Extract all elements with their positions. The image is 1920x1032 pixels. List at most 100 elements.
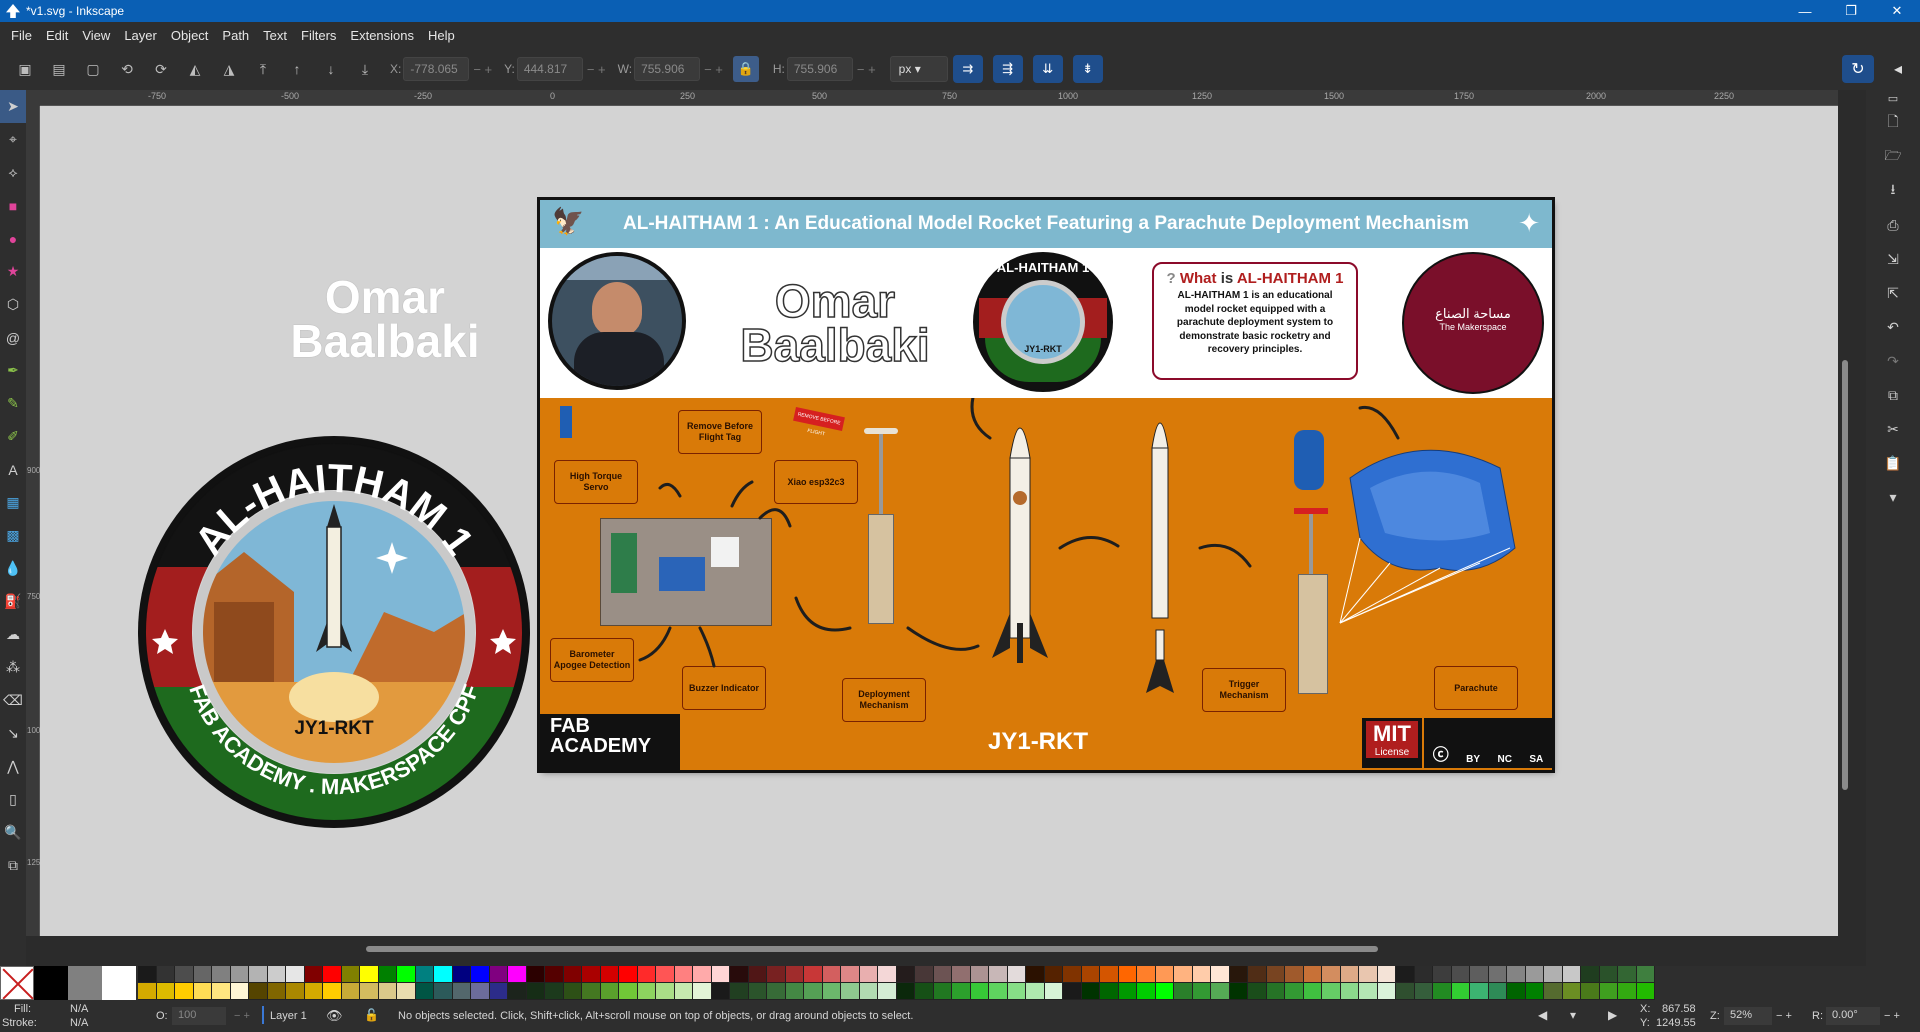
color-swatch[interactable] — [600, 983, 619, 1000]
color-swatch[interactable] — [1100, 983, 1119, 1000]
color-swatch[interactable] — [508, 966, 527, 983]
save-document-icon[interactable]: ⭳ — [1866, 174, 1920, 208]
color-swatch[interactable] — [212, 966, 231, 983]
color-swatch[interactable] — [1081, 983, 1100, 1000]
color-swatch[interactable] — [933, 966, 952, 983]
color-swatch[interactable] — [1581, 983, 1600, 1000]
color-swatch[interactable] — [545, 983, 564, 1000]
color-swatch[interactable] — [952, 966, 971, 983]
flip-vertical-icon[interactable]: ◮ — [216, 56, 242, 82]
color-swatch[interactable] — [489, 966, 508, 983]
color-swatch[interactable] — [1581, 966, 1600, 983]
color-swatch[interactable] — [1266, 983, 1285, 1000]
color-swatch[interactable] — [1100, 966, 1119, 983]
undo-icon[interactable]: ↶ — [1866, 310, 1920, 344]
color-swatch[interactable] — [526, 966, 545, 983]
color-swatch[interactable] — [1155, 983, 1174, 1000]
color-swatch[interactable] — [785, 966, 804, 983]
export-icon[interactable]: ⇱ — [1866, 276, 1920, 310]
pen-tool-icon[interactable]: ✒ — [0, 354, 26, 387]
color-swatch[interactable] — [1433, 983, 1452, 1000]
color-swatch[interactable] — [1303, 983, 1322, 1000]
color-swatch[interactable] — [582, 966, 601, 983]
color-swatch[interactable] — [1599, 966, 1618, 983]
color-swatch[interactable] — [1026, 966, 1045, 983]
color-swatch[interactable] — [1211, 966, 1230, 983]
color-swatch[interactable] — [656, 966, 675, 983]
color-swatch[interactable] — [1007, 966, 1026, 983]
color-swatch[interactable] — [970, 983, 989, 1000]
color-swatch[interactable] — [841, 966, 860, 983]
pencil-tool-icon[interactable]: ✎ — [0, 387, 26, 420]
color-swatch[interactable] — [1359, 983, 1378, 1000]
cut-icon[interactable]: ✂ — [1866, 412, 1920, 446]
color-swatch[interactable] — [711, 966, 730, 983]
color-swatch[interactable] — [1118, 983, 1137, 1000]
color-swatch[interactable] — [1229, 966, 1248, 983]
color-swatch[interactable] — [397, 966, 416, 983]
color-swatch[interactable] — [1414, 983, 1433, 1000]
color-swatch[interactable] — [415, 983, 434, 1000]
lower-bottom-icon[interactable]: ⤓ — [352, 56, 378, 82]
color-swatch[interactable] — [1285, 983, 1304, 1000]
color-swatch[interactable] — [1340, 983, 1359, 1000]
color-swatch[interactable] — [563, 983, 582, 1000]
move-patterns-icon[interactable]: ⇟ — [1072, 55, 1103, 83]
color-swatch[interactable] — [1248, 966, 1267, 983]
color-swatch[interactable] — [286, 983, 305, 1000]
color-swatch[interactable] — [563, 966, 582, 983]
stroke-value[interactable]: N/A — [70, 1017, 88, 1029]
color-swatch[interactable] — [175, 966, 194, 983]
menu-help[interactable]: Help — [421, 28, 462, 43]
print-icon[interactable]: ⎙ — [1866, 208, 1920, 242]
color-swatch[interactable] — [1618, 966, 1637, 983]
menu-view[interactable]: View — [75, 28, 117, 43]
tweak-tool-icon[interactable]: ⟡ — [0, 156, 26, 189]
scale-corners-icon[interactable]: ⇶ — [992, 55, 1023, 83]
color-swatch[interactable] — [1044, 966, 1063, 983]
color-swatch[interactable] — [1118, 966, 1137, 983]
color-swatch[interactable] — [378, 983, 397, 1000]
color-swatch[interactable] — [1599, 983, 1618, 1000]
color-swatch[interactable] — [415, 966, 434, 983]
color-swatch[interactable] — [1396, 983, 1415, 1000]
color-swatch[interactable] — [1562, 983, 1581, 1000]
color-swatch[interactable] — [915, 966, 934, 983]
3dbox-tool-icon[interactable]: ⬡ — [0, 288, 26, 321]
x-stepper[interactable]: − + — [473, 62, 492, 77]
color-swatch[interactable] — [138, 983, 157, 1000]
zoom-input[interactable]: 52% — [1724, 1007, 1772, 1025]
color-swatch[interactable] — [230, 983, 249, 1000]
opacity-stepper[interactable]: − + — [234, 1010, 250, 1022]
color-swatch[interactable] — [471, 983, 490, 1000]
color-swatch[interactable] — [545, 966, 564, 983]
display-mode-icon[interactable]: ▭ — [1866, 90, 1920, 106]
color-swatch[interactable] — [193, 966, 212, 983]
raise-top-icon[interactable]: ⤒ — [250, 56, 276, 82]
color-swatch[interactable] — [1544, 983, 1563, 1000]
color-swatch[interactable] — [526, 983, 545, 1000]
menu-text[interactable]: Text — [256, 28, 294, 43]
color-swatch[interactable] — [1322, 983, 1341, 1000]
color-swatch[interactable] — [1303, 966, 1322, 983]
color-swatch[interactable] — [1322, 966, 1341, 983]
ellipse-tool-icon[interactable]: ● — [0, 222, 26, 255]
color-swatch[interactable] — [156, 966, 175, 983]
color-swatch[interactable] — [1285, 966, 1304, 983]
color-swatch[interactable] — [804, 983, 823, 1000]
menu-object[interactable]: Object — [164, 28, 216, 43]
color-swatch[interactable] — [452, 983, 471, 1000]
color-swatch[interactable] — [156, 983, 175, 1000]
color-swatch[interactable] — [748, 983, 767, 1000]
rotate-cw-icon[interactable]: ⟳ — [148, 56, 174, 82]
color-swatch[interactable] — [360, 983, 379, 1000]
horizontal-scrollbar[interactable] — [366, 946, 1378, 952]
color-swatch[interactable] — [434, 966, 453, 983]
close-button[interactable]: ✕ — [1874, 0, 1920, 22]
color-swatch[interactable] — [915, 983, 934, 1000]
poster-page[interactable]: 🦅 AL-HAITHAM 1 : An Educational Model Ro… — [540, 200, 1552, 770]
color-swatch[interactable] — [859, 983, 878, 1000]
color-swatch[interactable] — [286, 966, 305, 983]
color-swatch[interactable] — [1488, 966, 1507, 983]
w-input[interactable]: 755.906 — [634, 57, 701, 81]
